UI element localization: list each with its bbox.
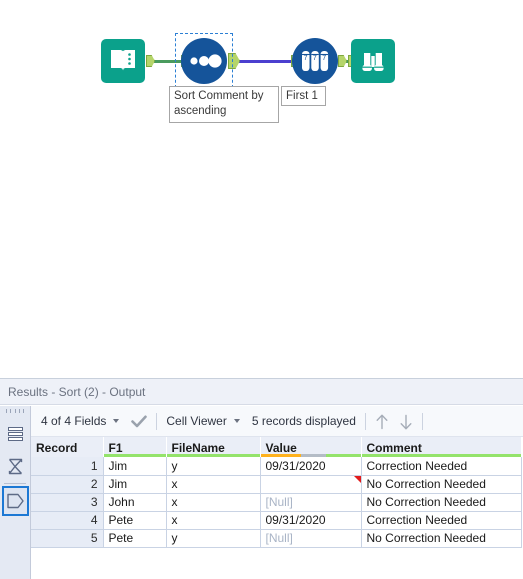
tool-sort[interactable] [181,38,227,84]
cell-filename[interactable]: x [166,511,261,530]
cell-filename[interactable]: x [166,493,261,512]
table-body: 1 Jim y 09/31/2020 Correction Needed 2 Jim x No … [31,457,522,548]
book-icon [111,50,135,71]
cell-record[interactable]: 3 [31,493,104,512]
scroll-up-button[interactable] [375,413,389,430]
cell-record[interactable]: 5 [31,529,104,548]
svg-text:7: 7 [322,55,326,62]
cell-f1[interactable]: Jim [103,475,167,494]
results-table: Record F1 FileName Value Comment 1 Jim y… [31,437,522,548]
svg-text:7: 7 [304,55,308,62]
column-header-f1[interactable]: F1 [103,437,167,457]
column-label: Record [36,441,78,455]
results-panel: Results - Sort (2) - Output 4 of 4 Field… [0,378,523,579]
table-header-row: Record F1 FileName Value Comment [31,437,522,457]
column-header-record[interactable]: Record [31,437,104,457]
results-side-rail [0,406,31,579]
cell-comment[interactable]: Correction Needed [361,511,522,530]
rail-button-rows-view[interactable] [2,419,29,449]
sigma-icon [8,458,22,474]
cell-record[interactable]: 1 [31,457,104,476]
column-label: FileName [171,441,225,455]
toolbar-divider-2 [364,412,366,430]
column-header-filename[interactable]: FileName [166,437,261,457]
tool-browse[interactable] [351,39,397,85]
column-label: Comment [366,441,422,455]
arrow-up-icon [376,414,388,429]
cell-filename[interactable]: y [166,529,261,548]
rail-grip[interactable] [6,409,24,416]
output-plug-sample[interactable] [338,55,347,67]
cell-filename[interactable]: x [166,475,261,494]
cell-f1[interactable]: John [103,493,167,512]
cell-comment[interactable]: No Correction Needed [361,493,522,512]
cell-f1[interactable]: Jim [103,457,167,476]
annotation-sort[interactable]: Sort Comment by ascending [169,86,279,123]
cell-value[interactable]: 09/31/2020 [260,511,362,530]
connector-sort-to-sample [236,60,296,63]
cell-f1[interactable]: Pete [103,511,167,530]
table-row[interactable]: 4 Pete x 09/31/2020 Correction Needed [31,511,522,530]
cell-value[interactable]: [Null] [260,493,362,512]
checkmark-icon [131,415,148,427]
cell-record[interactable]: 2 [31,475,104,494]
column-header-comment[interactable]: Comment [361,437,522,457]
cell-record[interactable]: 4 [31,511,104,530]
results-grid[interactable]: Record F1 FileName Value Comment 1 Jim y… [31,437,523,579]
cell-comment[interactable]: No Correction Needed [361,475,522,494]
column-header-value[interactable]: Value [260,437,362,457]
arrow-down-icon [400,414,412,429]
annotation-sample[interactable]: First 1 [281,86,326,106]
cell-viewer-label: Cell Viewer [166,414,227,428]
results-title-bar: Results - Sort (2) - Output [0,379,523,405]
chevron-down-icon [233,419,240,423]
rail-divider [4,483,26,484]
cell-value[interactable]: [Null] [260,529,362,548]
pentagon-icon [6,493,24,508]
results-toolbar: 4 of 4 Fields Cell Viewer 5 records disp… [31,406,523,437]
scroll-down-button[interactable] [399,413,413,430]
chevron-down-icon [113,419,120,423]
output-plug-input[interactable] [146,55,155,67]
sort-dots-icon [190,54,222,68]
cell-viewer-selector[interactable]: Cell Viewer [166,414,240,428]
table-row[interactable]: 2 Jim x No Correction Needed [31,475,522,494]
cell-comment[interactable]: No Correction Needed [361,529,522,548]
tool-sample[interactable]: 7 7 7 [292,38,338,84]
toolbar-divider-3 [421,412,423,430]
fields-label: 4 of 4 Fields [41,414,107,428]
rail-button-summary-view[interactable] [2,451,29,481]
records-displayed-label: 5 records displayed [251,414,356,428]
column-label: Value [265,441,297,455]
tool-input-data[interactable] [101,39,147,85]
apply-check-button[interactable] [131,415,148,428]
cell-f1[interactable]: Pete [103,529,167,548]
workflow-canvas[interactable]: 7 7 7 Sort Comment by ascending First 1 [0,0,523,378]
cell-value[interactable] [260,475,362,494]
svg-text:7: 7 [313,55,317,62]
test-tubes-icon: 7 7 7 [302,51,329,71]
fields-selector[interactable]: 4 of 4 Fields [41,414,120,428]
table-row[interactable]: 5 Pete y [Null] No Correction Needed [31,529,522,548]
table-row[interactable]: 3 John x [Null] No Correction Needed [31,493,522,512]
cell-comment[interactable]: Correction Needed [361,457,522,476]
table-row[interactable]: 1 Jim y 09/31/2020 Correction Needed [31,457,522,476]
rail-button-metadata-view[interactable] [1,486,29,516]
column-label: F1 [108,441,123,455]
rows-icon [7,426,23,441]
cell-filename[interactable]: y [166,457,261,476]
cell-value[interactable]: 09/31/2020 [260,457,362,476]
toolbar-divider-1 [156,412,158,430]
binoculars-icon [362,53,384,71]
